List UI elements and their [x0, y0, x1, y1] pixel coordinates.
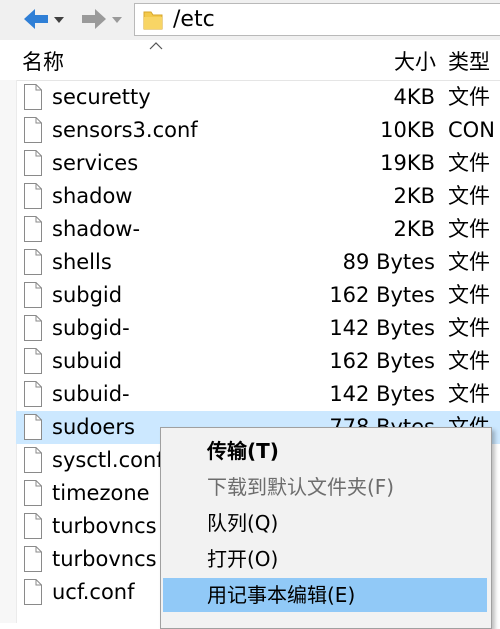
- back-arrow-icon: [24, 9, 48, 29]
- menu-item-label: 下载到默认文件夹(F): [207, 475, 395, 499]
- file-icon: [24, 315, 42, 341]
- file-size: 10KB: [380, 118, 435, 142]
- file-icon: [24, 414, 42, 440]
- file-row[interactable]: sensors3.conf 10KB CON: [16, 114, 500, 147]
- column-header-type[interactable]: 类型: [448, 49, 490, 75]
- file-type: 文件: [448, 283, 490, 307]
- file-icon: [24, 447, 42, 473]
- file-size: 142 Bytes: [329, 316, 435, 340]
- file-name: turbovncs: [52, 514, 157, 538]
- file-row[interactable]: shells 89 Bytes 文件: [16, 246, 500, 279]
- file-icon: [24, 249, 42, 275]
- file-icon: [24, 348, 42, 374]
- file-name: subgid: [52, 283, 123, 307]
- file-size: 89 Bytes: [342, 250, 435, 274]
- file-name: ucf.conf: [52, 580, 135, 604]
- file-name: subgid-: [52, 316, 130, 340]
- file-name: shells: [52, 250, 112, 274]
- file-size: 19KB: [380, 151, 435, 175]
- file-type: 文件: [448, 349, 490, 373]
- file-icon: [24, 216, 42, 242]
- folder-icon: [143, 11, 163, 30]
- file-name: services: [52, 151, 139, 175]
- path-input[interactable]: /etc: [134, 3, 500, 36]
- back-button[interactable]: [22, 6, 66, 34]
- file-type: 文件: [448, 250, 490, 274]
- file-row[interactable]: shadow- 2KB 文件: [16, 213, 500, 246]
- file-name: timezone: [52, 481, 150, 505]
- menu-item-open[interactable]: 打开(O): [163, 542, 487, 576]
- file-size: 2KB: [393, 217, 435, 241]
- file-name: subuid: [52, 349, 123, 373]
- file-name: shadow: [52, 184, 133, 208]
- forward-button[interactable]: [80, 6, 124, 34]
- file-name: sensors3.conf: [52, 118, 198, 142]
- address-toolbar: /etc: [0, 0, 500, 41]
- file-size: 162 Bytes: [329, 283, 435, 307]
- file-row[interactable]: subgid- 142 Bytes 文件: [16, 312, 500, 345]
- file-row[interactable]: subuid- 142 Bytes 文件: [16, 378, 500, 411]
- file-icon: [24, 579, 42, 605]
- menu-item-label: 用记事本编辑(E): [207, 583, 356, 607]
- file-icon: [24, 150, 42, 176]
- file-icon: [24, 117, 42, 143]
- file-row[interactable]: subgid 162 Bytes 文件: [16, 279, 500, 312]
- menu-item-queue[interactable]: 队列(Q): [163, 506, 487, 540]
- file-name: subuid-: [52, 382, 130, 406]
- file-icon: [24, 84, 42, 110]
- file-type: 文件: [448, 85, 490, 109]
- file-icon: [24, 546, 42, 572]
- file-row[interactable]: shadow 2KB 文件: [16, 180, 500, 213]
- chevron-down-icon[interactable]: [54, 17, 64, 23]
- file-icon: [24, 282, 42, 308]
- path-text[interactable]: /etc: [173, 7, 215, 33]
- file-type: 文件: [448, 316, 490, 340]
- file-type: CON: [448, 118, 495, 142]
- sort-ascending-icon: [149, 42, 163, 50]
- menu-item-label: 队列(Q): [207, 511, 279, 535]
- forward-arrow-icon: [82, 9, 106, 29]
- file-row[interactable]: securetty 4KB 文件: [16, 81, 500, 114]
- file-size: 4KB: [393, 85, 435, 109]
- file-icon: [24, 183, 42, 209]
- file-icon: [24, 381, 42, 407]
- file-name: turbovncs: [52, 547, 157, 571]
- tree-pane-edge: [0, 80, 17, 623]
- file-icon: [24, 480, 42, 506]
- file-name: shadow-: [52, 217, 141, 241]
- file-name: securetty: [52, 85, 151, 109]
- file-row[interactable]: subuid 162 Bytes 文件: [16, 345, 500, 378]
- column-header-name[interactable]: 名称: [22, 49, 64, 75]
- menu-item-label: 打开(O): [207, 547, 279, 571]
- menu-item-edit-notepad[interactable]: 用记事本编辑(E): [163, 578, 487, 612]
- file-row[interactable]: services 19KB 文件: [16, 147, 500, 180]
- column-header-size[interactable]: 大小: [394, 49, 436, 75]
- file-size: 142 Bytes: [329, 382, 435, 406]
- menu-item-transfer[interactable]: 传输(T): [163, 434, 487, 468]
- file-size: 2KB: [393, 184, 435, 208]
- file-type: 文件: [448, 217, 490, 241]
- file-size: 162 Bytes: [329, 349, 435, 373]
- file-type: 文件: [448, 382, 490, 406]
- file-icon: [24, 513, 42, 539]
- menu-item-download-default: 下载到默认文件夹(F): [163, 470, 487, 504]
- menu-item-label: 传输(T): [207, 439, 279, 463]
- context-menu: 传输(T) 下载到默认文件夹(F) 队列(Q) 打开(O) 用记事本编辑(E): [160, 427, 492, 629]
- chevron-down-icon[interactable]: [112, 17, 122, 23]
- file-name: sysctl.conf: [52, 448, 164, 472]
- column-header: 名称 大小 类型: [0, 40, 500, 81]
- file-type: 文件: [448, 184, 490, 208]
- file-name: sudoers: [52, 415, 135, 439]
- file-type: 文件: [448, 151, 490, 175]
